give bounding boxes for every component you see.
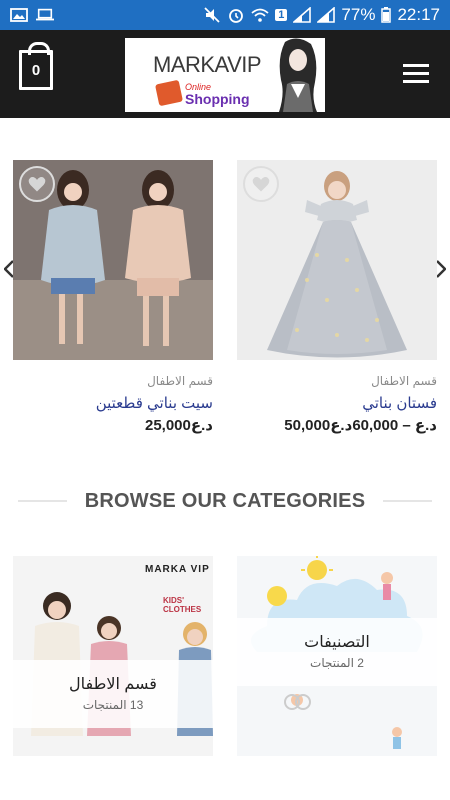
section-title: BROWSE OUR CATEGORIES (84, 489, 366, 512)
site-header: 0 MARKAVIP Online Shopping (0, 30, 450, 118)
laptop-icon (36, 8, 54, 21)
logo-brand: MARKAVIP (153, 52, 262, 77)
sim-badge: 1 (275, 9, 288, 21)
category-name[interactable]: قسم الاطفال (13, 674, 213, 694)
category-caption: التصنيفات 2 المنتجات (237, 618, 437, 686)
category-name[interactable]: التصنيفات (237, 632, 437, 652)
product-card[interactable]: قسم الاطفال سيت بناتي قطعتين 25,000د.ع (13, 160, 213, 434)
site-logo[interactable]: MARKAVIP Online Shopping (125, 38, 325, 112)
signal-2-icon (317, 7, 336, 23)
product-image[interactable] (237, 160, 437, 360)
heart-icon (28, 177, 46, 192)
battery-level: 77% (341, 5, 376, 24)
wifi-icon (251, 8, 269, 22)
category-count: 2 المنتجات (310, 656, 364, 670)
product-card[interactable]: قسم الاطفال فستان بناتي 50,000د.ع – 60,0… (237, 160, 437, 434)
product-price: 50,000د.ع – 60,000د.ع (284, 417, 437, 434)
signal-icon (293, 7, 312, 23)
category-tile[interactable]: MARKA VIP KIDS' CLOTHES قسم الاطفال 13 ا… (13, 556, 213, 756)
logo-shopping: Shopping (185, 91, 250, 107)
cart-button[interactable]: 0 (19, 42, 53, 90)
status-bar: 1 77% 22:17 (0, 0, 450, 30)
cart-count: 0 (31, 61, 41, 79)
hamburger-menu-button[interactable] (403, 64, 429, 84)
mute-icon (204, 7, 220, 23)
category-caption: قسم الاطفال 13 المنتجات (13, 660, 213, 728)
clock: 22:17 (397, 5, 440, 24)
product-title[interactable]: سيت بناتي قطعتين (13, 394, 213, 412)
divider (383, 500, 433, 502)
product-category[interactable]: قسم الاطفال (237, 374, 437, 388)
product-category[interactable]: قسم الاطفال (13, 374, 213, 388)
tile-brand: MARKA VIP (145, 564, 210, 575)
categories-heading: BROWSE OUR CATEGORIES (18, 486, 433, 516)
logo-girl-illustration (279, 38, 317, 112)
gallery-icon (10, 8, 28, 22)
wishlist-heart-button[interactable] (19, 166, 55, 202)
product-price: 25,000د.ع (144, 417, 213, 434)
product-image[interactable] (13, 160, 213, 360)
category-count: 13 المنتجات (82, 698, 144, 712)
alarm-icon (229, 9, 244, 23)
product-title[interactable]: فستان بناتي (237, 394, 437, 412)
shopping-bag-icon (154, 79, 184, 107)
heart-icon (252, 177, 270, 192)
battery-icon (381, 7, 392, 23)
tile-subtitle: KIDS' CLOTHES (163, 596, 202, 614)
category-tile[interactable]: التصنيفات 2 المنتجات (237, 556, 437, 756)
divider (18, 500, 67, 502)
wishlist-heart-button[interactable] (243, 166, 279, 202)
